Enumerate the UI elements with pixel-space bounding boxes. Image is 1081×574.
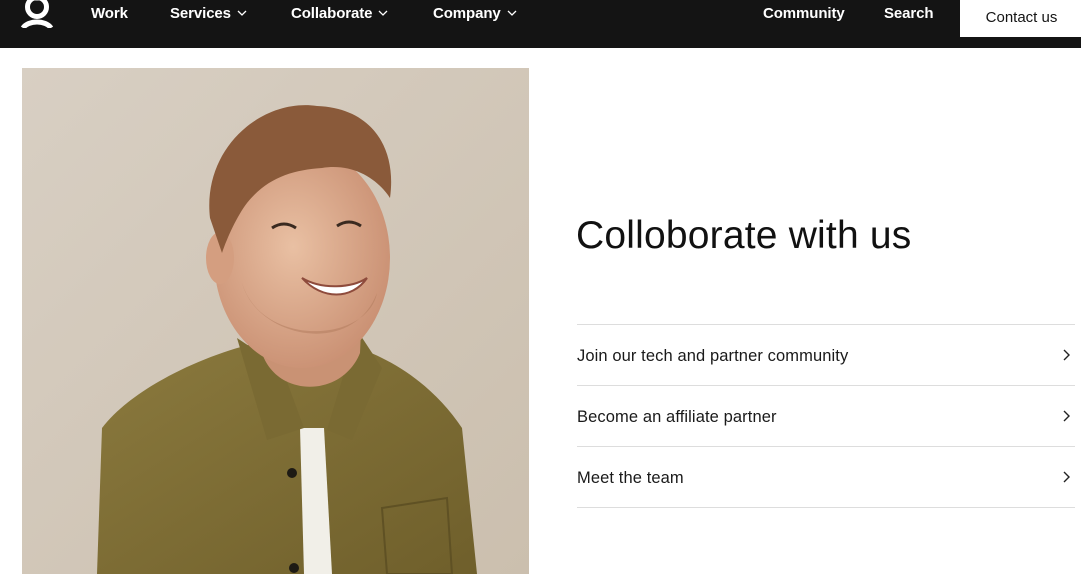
list-item-label: Become an affiliate partner bbox=[577, 407, 777, 426]
chevron-right-icon bbox=[1063, 410, 1070, 422]
contact-us-label: Contact us bbox=[985, 8, 1058, 26]
list-item-label: Join our tech and partner community bbox=[577, 346, 849, 365]
nav-item-company[interactable]: Company bbox=[433, 4, 517, 22]
chevron-right-icon bbox=[1063, 471, 1070, 483]
link-affiliate-partner[interactable]: Become an affiliate partner bbox=[577, 386, 1075, 447]
nav-item-search[interactable]: Search bbox=[884, 4, 934, 22]
list-item-label: Meet the team bbox=[577, 468, 684, 487]
link-join-community[interactable]: Join our tech and partner community bbox=[577, 325, 1075, 386]
nav-item-label: Community bbox=[763, 4, 845, 22]
portrait-photo bbox=[22, 68, 529, 574]
nav-item-community[interactable]: Community bbox=[763, 4, 845, 22]
link-meet-team[interactable]: Meet the team bbox=[577, 447, 1075, 508]
nav-item-label: Services bbox=[170, 4, 231, 22]
collaborate-link-list: Join our tech and partner community Beco… bbox=[577, 324, 1075, 508]
chevron-right-icon bbox=[1063, 349, 1070, 361]
nav-item-label: Company bbox=[433, 4, 501, 22]
page-title: Colloborate with us bbox=[576, 214, 912, 257]
nav-item-services[interactable]: Services bbox=[170, 4, 247, 22]
brand-logo-icon[interactable] bbox=[20, 0, 54, 28]
nav-item-label: Collaborate bbox=[291, 4, 373, 22]
chevron-down-icon bbox=[507, 10, 517, 16]
portrait-illustration bbox=[22, 68, 529, 574]
nav-item-label: Search bbox=[884, 4, 934, 22]
top-navigation-bar: Work Services Collaborate Company Commun… bbox=[0, 0, 1081, 48]
nav-item-label: Work bbox=[91, 4, 128, 22]
nav-item-work[interactable]: Work bbox=[91, 4, 128, 22]
chevron-down-icon bbox=[378, 10, 388, 16]
contact-us-button[interactable]: Contact us bbox=[960, 0, 1081, 37]
nav-item-collaborate[interactable]: Collaborate bbox=[291, 4, 388, 22]
chevron-down-icon bbox=[237, 10, 247, 16]
